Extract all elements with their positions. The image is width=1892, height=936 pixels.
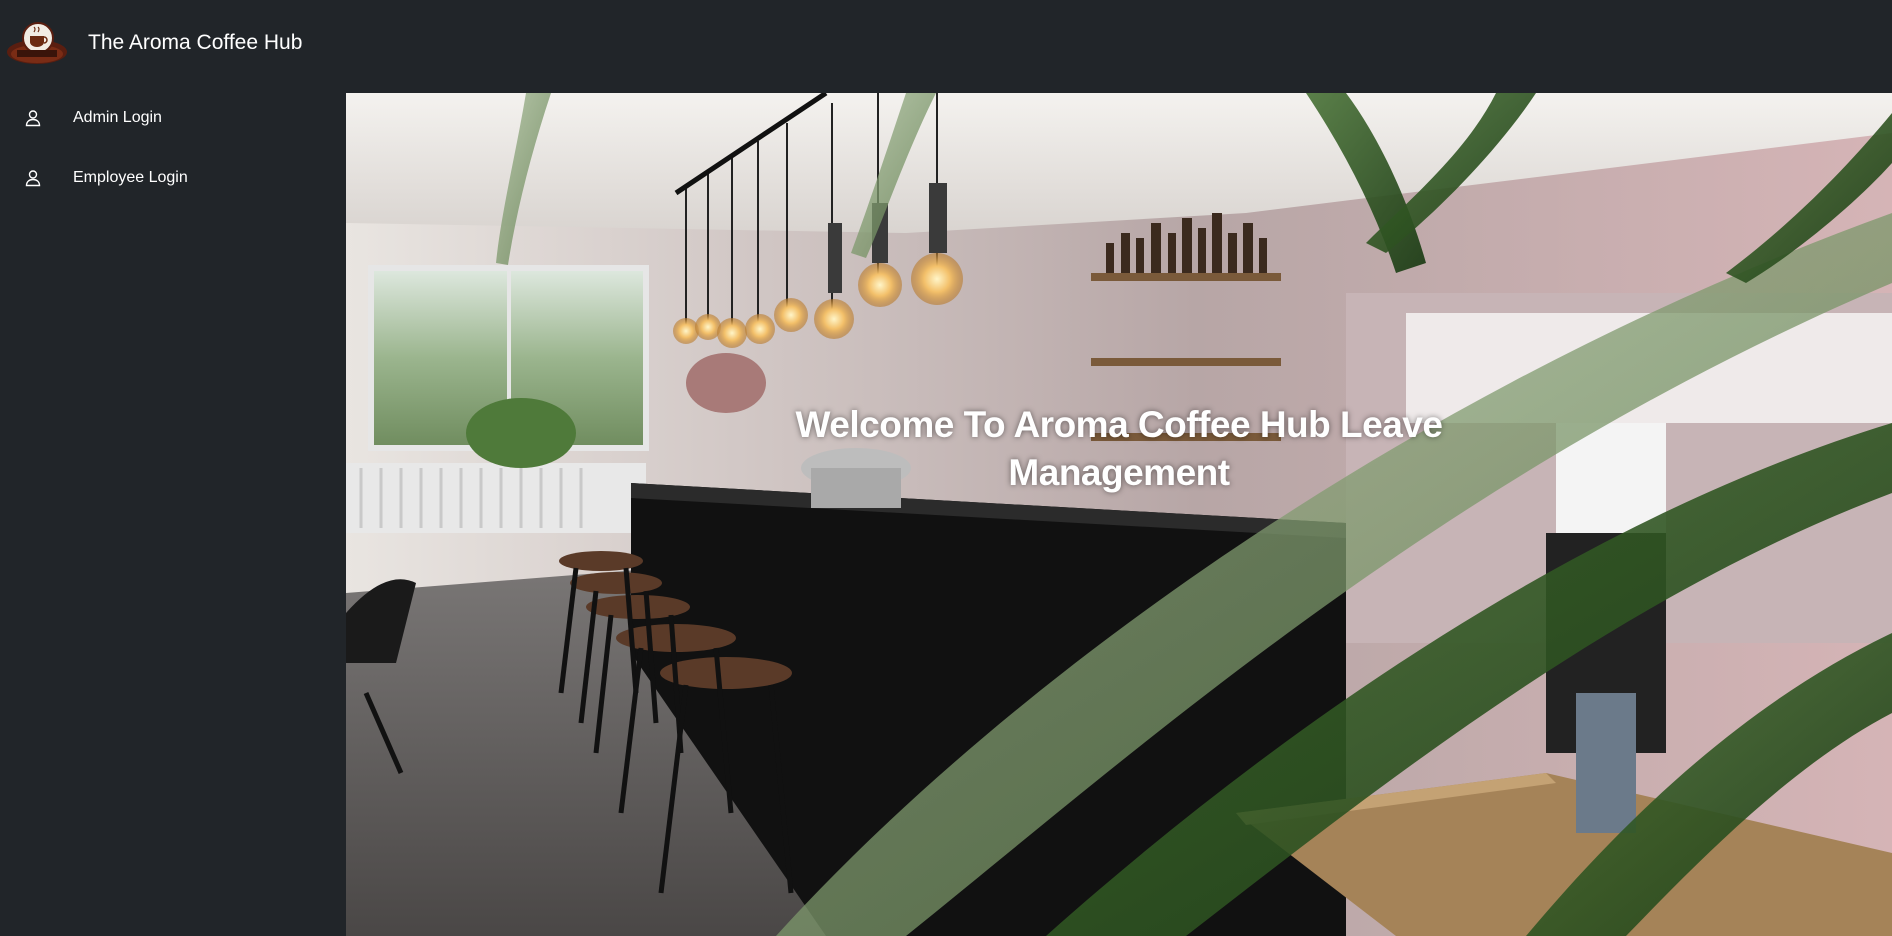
sidebar: Admin Login Employee Login [0,93,346,936]
top-navbar: The Aroma Coffee Hub [0,0,1892,93]
hero-title-line-1: Welcome To Aroma Coffee Hub Leave [795,404,1443,445]
coffee-cup-logo-icon[interactable] [5,14,69,72]
sidebar-item-employee-login[interactable]: Employee Login [0,153,346,203]
hero-banner: Welcome To Aroma Coffee Hub Leave Manage… [346,93,1892,936]
sidebar-item-admin-login[interactable]: Admin Login [0,93,346,143]
sidebar-item-label: Admin Login [73,109,162,126]
brand-title[interactable]: The Aroma Coffee Hub [88,31,302,55]
user-icon [24,169,42,187]
sidebar-item-label: Employee Login [73,169,188,186]
cafe-interior-background-image [346,93,1892,936]
user-icon [24,109,42,127]
hero-title: Welcome To Aroma Coffee Hub Leave Manage… [346,401,1892,497]
hero-title-line-2: Management [1008,452,1230,493]
